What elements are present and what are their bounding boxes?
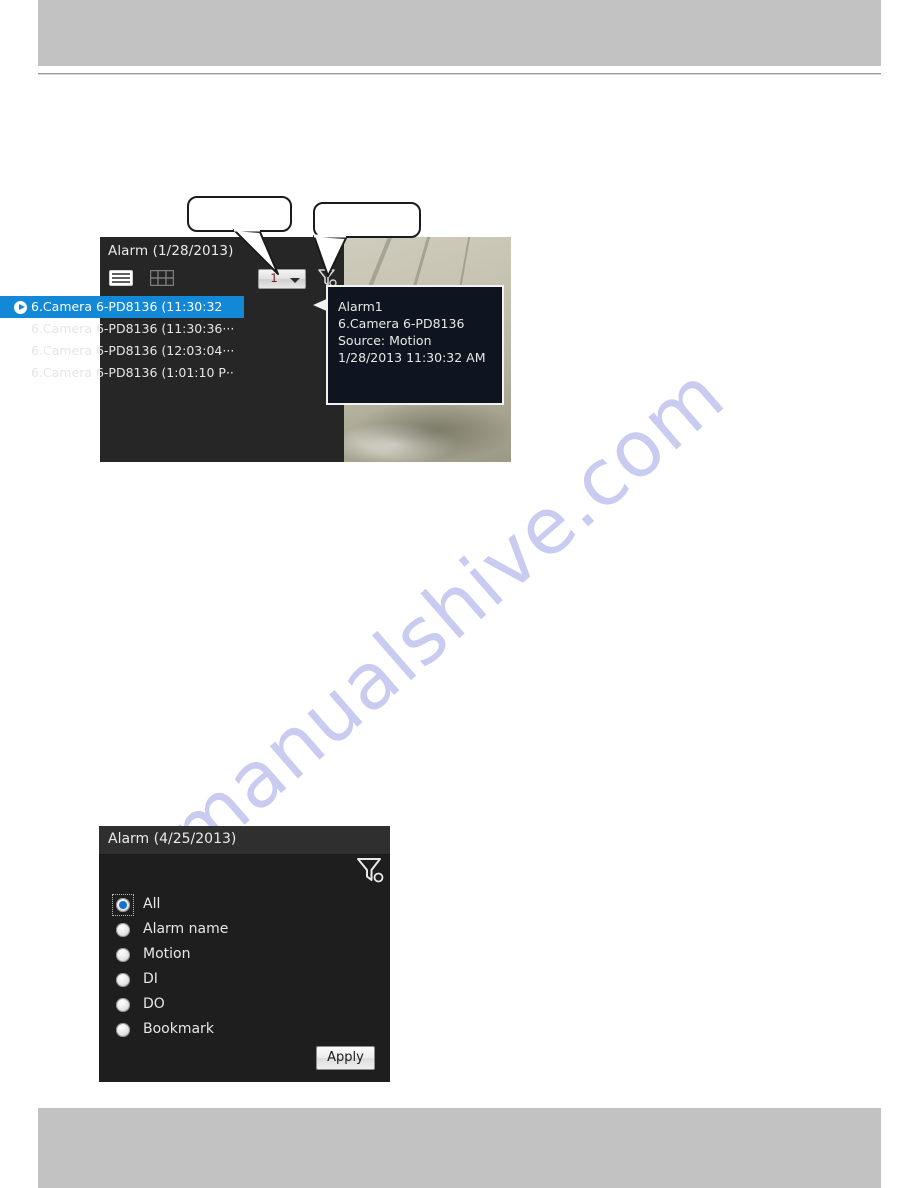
alarm-list-item[interactable]: 6.Camera 6-PD8136 (11:30:32: [0, 296, 244, 318]
callout-right-pointer: [313, 234, 347, 277]
filter-settings-icon[interactable]: [355, 856, 385, 886]
list-view-icon[interactable]: [109, 270, 133, 286]
alarm-filter-title: Alarm (4/25/2013): [108, 831, 237, 847]
alarm-list-item[interactable]: 6.Camera 6-PD8136 (12:03:04···: [0, 340, 244, 362]
alarm-panel-title: Alarm (1/28/2013): [108, 243, 234, 259]
alarm-list-item-label: 6.Camera 6-PD8136 (11:30:32: [31, 299, 223, 314]
play-icon[interactable]: [14, 301, 27, 314]
watermark: manualshive.com: [150, 350, 910, 880]
radio-button[interactable]: [116, 898, 130, 912]
tooltip-source: Source: Motion: [338, 333, 432, 348]
page-footer-bar: [38, 1108, 881, 1188]
radio-option-label: Alarm name: [143, 921, 229, 937]
radio-option-label: DI: [143, 971, 158, 987]
chevron-down-icon: [290, 278, 300, 283]
apply-button[interactable]: Apply: [316, 1046, 375, 1070]
page-header-bar: [38, 0, 881, 66]
tooltip-camera-name: 6.Camera 6-PD8136: [338, 316, 465, 331]
radio-button[interactable]: [116, 948, 130, 962]
tooltip-alarm-name: Alarm1: [338, 299, 383, 314]
callout-left-pointer: [233, 228, 279, 275]
tooltip-timestamp: 1/28/2013 11:30:32 AM: [338, 350, 486, 365]
radio-option-label: Motion: [143, 946, 191, 962]
alarm-detail-tooltip: Alarm1 6.Camera 6-PD8136 Source: Motion …: [326, 285, 504, 405]
alarm-list-item-label: 6.Camera 6-PD8136 (12:03:04···: [31, 343, 235, 358]
grid-view-icon[interactable]: [149, 269, 175, 287]
alarm-list-item-label: 6.Camera 6-PD8136 (1:01:10 P··: [31, 365, 234, 380]
alarm-list[interactable]: 6.Camera 6-PD8136 (11:30:32 6.Camera 6-P…: [0, 296, 244, 384]
page-header-divider: [38, 73, 881, 75]
alarm-list-item[interactable]: 6.Camera 6-PD8136 (1:01:10 P··: [0, 362, 244, 384]
callout-left: [187, 196, 292, 232]
alarm-list-item[interactable]: 6.Camera 6-PD8136 (11:30:36···: [0, 318, 244, 340]
radio-option-label: Bookmark: [143, 1021, 214, 1037]
radio-option-label: All: [143, 896, 161, 912]
radio-button[interactable]: [116, 1023, 130, 1037]
radio-button[interactable]: [116, 923, 130, 937]
radio-button[interactable]: [116, 973, 130, 987]
alarm-list-item-label: 6.Camera 6-PD8136 (11:30:36···: [31, 321, 235, 336]
radio-option-label: DO: [143, 996, 165, 1012]
radio-button[interactable]: [116, 998, 130, 1012]
callout-right: [313, 202, 421, 238]
